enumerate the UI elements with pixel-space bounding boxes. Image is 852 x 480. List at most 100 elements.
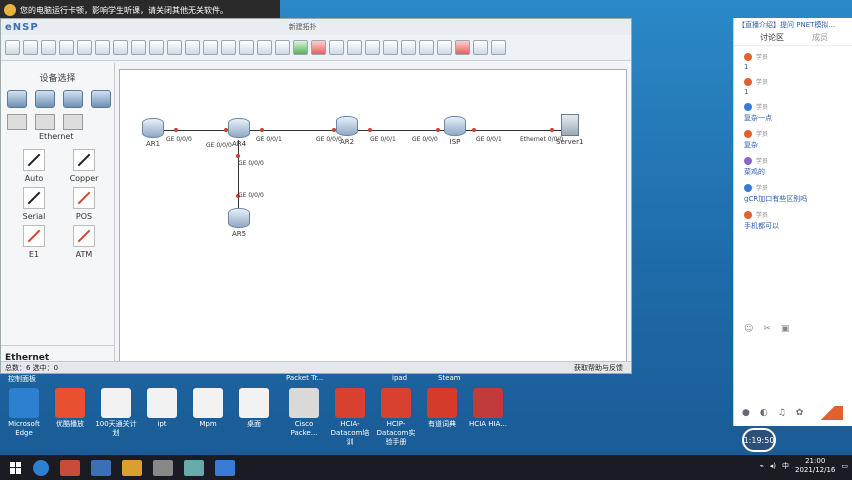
desktop-label[interactable]: ipad <box>392 374 407 382</box>
info-icon[interactable] <box>491 40 506 55</box>
app-taskbar-icon[interactable] <box>184 459 204 476</box>
firewall-category-icon[interactable] <box>91 90 111 108</box>
help-feedback-link[interactable]: 获取帮助与反馈 <box>574 363 623 373</box>
text-icon[interactable] <box>203 40 218 55</box>
avatar[interactable] <box>744 183 752 192</box>
cable-pos[interactable]: POS <box>59 187 109 221</box>
live-intro[interactable]: 【直播介绍】提问 PNET模拟... <box>734 18 852 32</box>
router-ar4[interactable]: AR4 <box>228 118 250 148</box>
home-icon[interactable] <box>455 40 470 55</box>
port-dot <box>436 128 440 132</box>
stop-icon[interactable] <box>311 40 326 55</box>
start-icon[interactable] <box>293 40 308 55</box>
move-icon[interactable] <box>149 40 164 55</box>
avatar[interactable] <box>744 156 752 165</box>
server-1[interactable]: Server1 <box>556 114 583 146</box>
desktop-shortcut[interactable]: 桌面 <box>232 388 276 429</box>
grid-icon[interactable] <box>347 40 362 55</box>
desktop-shortcut[interactable]: Microsoft Edge <box>2 388 46 438</box>
topology-canvas[interactable]: GE 0/0/0 GE 0/0/0 GE 0/0/1 GE 0/0/0 GE 0… <box>119 69 627 367</box>
desktop-shortcut[interactable]: 100天通关计划 <box>94 388 138 438</box>
cloud-category-icon[interactable] <box>35 114 55 130</box>
ensp-taskbar-icon[interactable] <box>91 459 111 476</box>
app-taskbar-icon[interactable] <box>215 459 235 476</box>
network-icon[interactable]: ⌁ <box>760 462 764 470</box>
smile-icon[interactable]: ☺ <box>744 324 753 334</box>
router-isp[interactable]: ISP <box>444 116 466 146</box>
windows-start-icon[interactable] <box>10 461 22 474</box>
desktop-label[interactable]: 控制面板 <box>8 374 36 384</box>
cable-atm[interactable]: ATM <box>59 225 109 259</box>
settings-icon[interactable]: ✿ <box>796 408 804 418</box>
avatar[interactable] <box>744 77 752 86</box>
notification-icon[interactable]: ▭ <box>841 462 848 470</box>
zoom-in-icon[interactable] <box>239 40 254 55</box>
fit-icon[interactable] <box>275 40 290 55</box>
redo-icon[interactable] <box>113 40 128 55</box>
capture-icon[interactable] <box>329 40 344 55</box>
avatar[interactable] <box>744 210 752 219</box>
clock[interactable]: 21:00 2021/12/16 <box>795 457 835 475</box>
save-icon[interactable] <box>41 40 56 55</box>
switch-category-icon[interactable] <box>35 90 55 108</box>
cable-auto[interactable]: Auto <box>9 149 59 183</box>
desktop-shortcut[interactable]: Cisco Packe... <box>282 388 326 438</box>
desktop-label[interactable]: Steam <box>438 374 461 382</box>
palette-icon[interactable] <box>383 40 398 55</box>
router-category-icon[interactable] <box>7 90 27 108</box>
image-icon[interactable]: ▣ <box>781 324 790 334</box>
save-as-icon[interactable] <box>59 40 74 55</box>
print-icon[interactable] <box>77 40 92 55</box>
router-ar2[interactable]: AR2 <box>336 116 358 146</box>
mic-icon[interactable]: ● <box>742 408 750 418</box>
app-taskbar-icon[interactable] <box>122 459 142 476</box>
desktop-shortcut[interactable]: ipt <box>140 388 184 429</box>
ensp-window[interactable]: eNSP 新建拓扑 设备选择 Ethernet Auto Copper Seri… <box>0 18 632 374</box>
avatar[interactable] <box>744 102 752 111</box>
settings-icon[interactable] <box>437 40 452 55</box>
chat-bottom-bar: ● ◐ ♫ ✿ <box>742 406 844 420</box>
cable-serial[interactable]: Serial <box>9 187 59 221</box>
volume-icon[interactable]: ◂) <box>770 462 776 470</box>
delete-link-icon[interactable] <box>185 40 200 55</box>
undo-icon[interactable] <box>95 40 110 55</box>
pc-category-icon[interactable] <box>7 114 27 130</box>
tab-members[interactable]: 成员 <box>812 32 828 45</box>
desktop-label[interactable]: Packet Tr... <box>286 374 323 382</box>
wlan-category-icon[interactable] <box>63 90 83 108</box>
cable-copper[interactable]: Copper <box>59 149 109 183</box>
avatar[interactable] <box>744 129 752 138</box>
delete-icon[interactable] <box>167 40 182 55</box>
help-icon[interactable] <box>419 40 434 55</box>
select-icon[interactable] <box>131 40 146 55</box>
topo-icon[interactable] <box>365 40 380 55</box>
edge-taskbar-icon[interactable] <box>33 459 49 476</box>
music-icon[interactable]: ♫ <box>778 408 786 418</box>
desktop-shortcut[interactable]: 有道词典 <box>420 388 464 429</box>
link-ar2-isp[interactable] <box>352 130 448 131</box>
desktop-shortcut[interactable]: 优酷播放 <box>48 388 92 429</box>
scissors-icon[interactable]: ✂ <box>763 324 771 334</box>
cable-category-icon[interactable] <box>63 114 83 130</box>
cable-e1[interactable]: E1 <box>9 225 59 259</box>
avatar[interactable] <box>744 52 752 61</box>
desktop-shortcut[interactable]: HCIP-Datacom实验手册 <box>374 388 418 447</box>
chat-icon[interactable] <box>401 40 416 55</box>
shape-icon[interactable] <box>221 40 236 55</box>
zoom-out-icon[interactable] <box>257 40 272 55</box>
app-taskbar-icon[interactable] <box>153 459 173 476</box>
app-taskbar-icon[interactable] <box>60 459 80 476</box>
desktop-shortcut[interactable]: Mpm <box>186 388 230 429</box>
speaker-icon[interactable]: ◐ <box>760 408 768 418</box>
open-icon[interactable] <box>23 40 38 55</box>
new-icon[interactable] <box>5 40 20 55</box>
ensp-titlebar[interactable]: eNSP 新建拓扑 <box>1 19 631 35</box>
tab-discussion[interactable]: 讨论区 <box>760 32 784 45</box>
desktop-shortcut[interactable]: HCIA HIA... <box>466 388 510 429</box>
gear-icon[interactable] <box>473 40 488 55</box>
desktop-shortcut[interactable]: HCIA-Datacom培训 <box>328 388 372 447</box>
router-ar1[interactable]: AR1 <box>142 118 164 148</box>
router-ar5[interactable]: AR5 <box>228 208 250 238</box>
shortcut-label: 有道词典 <box>428 420 456 428</box>
ime-indicator[interactable]: 中 <box>782 461 789 471</box>
